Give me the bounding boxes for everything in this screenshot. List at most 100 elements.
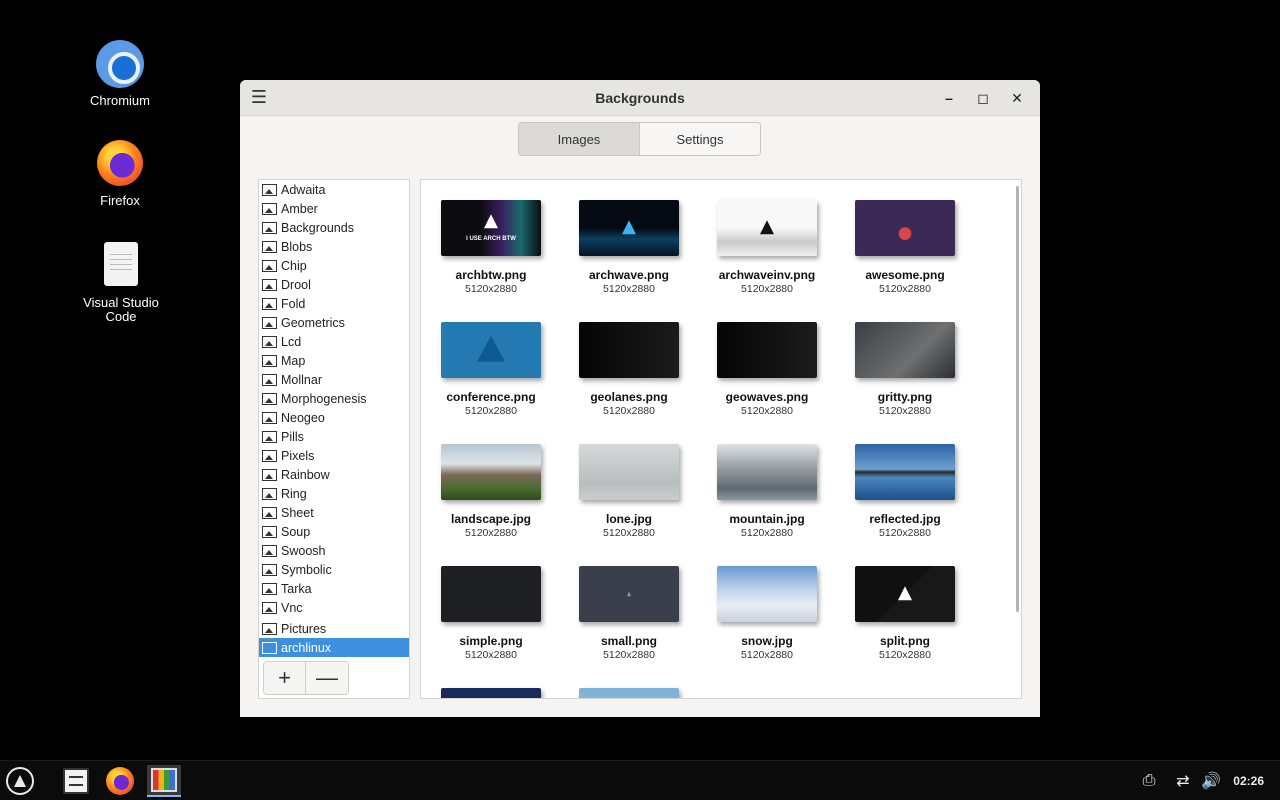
image-folder-icon xyxy=(262,297,277,310)
folder-item-label: Mollnar xyxy=(281,372,322,387)
image-size: 5120x2880 xyxy=(603,283,655,295)
image-folder-icon xyxy=(262,601,277,614)
folder-item[interactable]: Neogeo xyxy=(259,408,409,427)
desktop-icon-firefox[interactable]: Firefox xyxy=(75,140,165,208)
minimize-button[interactable]: – xyxy=(932,83,966,113)
folder-item[interactable]: Lcd xyxy=(259,332,409,351)
image-tile[interactable] xyxy=(431,688,551,698)
folder-item[interactable]: Soup xyxy=(259,522,409,541)
image-grid: I USE ARCH BTW archbtw.png 5120x2880 arc… xyxy=(420,179,1022,699)
image-name: mountain.jpg xyxy=(729,512,805,526)
volume-icon[interactable]: 🔊 xyxy=(1200,761,1222,800)
image-folder-icon xyxy=(262,354,277,367)
thumbnail xyxy=(717,444,817,500)
taskbar-files[interactable] xyxy=(59,765,93,797)
tab-settings[interactable]: Settings xyxy=(640,123,760,155)
folder-item-label: Pixels xyxy=(281,448,315,463)
thumbnail xyxy=(579,566,679,622)
image-folder-icon xyxy=(262,430,277,443)
image-tile[interactable]: lone.jpg 5120x2880 xyxy=(569,444,689,539)
folder-item[interactable]: Blobs xyxy=(259,237,409,256)
thumbnail xyxy=(441,688,541,698)
tab-images[interactable]: Images xyxy=(519,123,640,155)
folder-item-label: Fold xyxy=(281,296,306,311)
folder-item-label: Symbolic xyxy=(281,562,332,577)
thumbnail xyxy=(441,566,541,622)
folder-item[interactable]: Swoosh xyxy=(259,541,409,560)
thumbnail xyxy=(579,688,679,698)
clock[interactable]: 02:26 xyxy=(1233,761,1264,800)
image-name: awesome.png xyxy=(865,268,945,282)
folder-item[interactable]: Ring xyxy=(259,484,409,503)
folder-item[interactable]: Tarka xyxy=(259,579,409,598)
folder-item[interactable]: Sheet xyxy=(259,503,409,522)
remove-folder-button[interactable]: — xyxy=(306,662,348,694)
thumbnail xyxy=(441,322,541,378)
maximize-button[interactable]: ◻ xyxy=(966,83,1000,113)
image-tile[interactable]: gritty.png 5120x2880 xyxy=(845,322,965,417)
folder-item[interactable]: Morphogenesis xyxy=(259,389,409,408)
taskbar-firefox[interactable] xyxy=(103,765,137,797)
folder-item[interactable]: Geometrics xyxy=(259,313,409,332)
folder-item[interactable]: Pills xyxy=(259,427,409,446)
desktop-icon-chromium[interactable]: Chromium xyxy=(75,40,165,108)
folder-item[interactable]: Symbolic xyxy=(259,560,409,579)
folder-item[interactable]: Adwaita xyxy=(259,180,409,199)
folder-item[interactable]: Vnc xyxy=(259,598,409,617)
titlebar[interactable]: ☰ Backgrounds – ◻ ✕ xyxy=(240,80,1040,116)
image-tile[interactable]: geowaves.png 5120x2880 xyxy=(707,322,827,417)
image-tile[interactable]: landscape.jpg 5120x2880 xyxy=(431,444,551,539)
image-folder-icon xyxy=(262,335,277,348)
folder-item[interactable]: Drool xyxy=(259,275,409,294)
image-size: 5120x2880 xyxy=(465,527,517,539)
folder-item-label: Tarka xyxy=(281,581,312,596)
add-folder-button[interactable]: + xyxy=(264,662,306,694)
image-tile[interactable]: awesome.png 5120x2880 xyxy=(845,200,965,295)
taskbar-backgrounds[interactable] xyxy=(147,765,181,797)
image-size: 5120x2880 xyxy=(465,405,517,417)
image-tile[interactable]: simple.png 5120x2880 xyxy=(431,566,551,661)
image-tile[interactable]: I USE ARCH BTW archbtw.png 5120x2880 xyxy=(431,200,551,295)
folder-icon xyxy=(262,641,277,654)
menu-icon[interactable]: ☰ xyxy=(242,81,276,115)
close-button[interactable]: ✕ xyxy=(1000,83,1034,113)
folder-item[interactable]: Amber xyxy=(259,199,409,218)
folder-item[interactable]: Rainbow xyxy=(259,465,409,484)
image-folder-icon xyxy=(262,468,277,481)
image-tile[interactable]: mountain.jpg 5120x2880 xyxy=(707,444,827,539)
document-icon xyxy=(104,242,138,286)
folder-item[interactable]: Pictures xyxy=(259,619,409,638)
folder-item[interactable]: Map xyxy=(259,351,409,370)
image-tile[interactable]: conference.png 5120x2880 xyxy=(431,322,551,417)
window-title: Backgrounds xyxy=(595,89,685,106)
start-menu-button[interactable] xyxy=(3,765,37,797)
folder-item[interactable]: Pixels xyxy=(259,446,409,465)
image-tile[interactable] xyxy=(569,688,689,698)
image-folder-icon xyxy=(262,259,277,272)
image-size: 5120x2880 xyxy=(603,405,655,417)
scrollbar[interactable] xyxy=(1016,186,1019,612)
image-tile[interactable]: archwave.png 5120x2880 xyxy=(569,200,689,295)
image-tile[interactable]: geolanes.png 5120x2880 xyxy=(569,322,689,417)
image-size: 5120x2880 xyxy=(465,283,517,295)
thumbnail xyxy=(855,200,955,256)
arch-logo-icon xyxy=(6,767,34,795)
image-folder-icon xyxy=(262,392,277,405)
folder-item[interactable]: archlinux xyxy=(259,638,409,657)
image-tile[interactable]: snow.jpg 5120x2880 xyxy=(707,566,827,661)
desktop-icon-vscode[interactable]: Visual Studio Code xyxy=(76,242,166,324)
image-tile[interactable]: reflected.jpg 5120x2880 xyxy=(845,444,965,539)
printer-icon[interactable]: ⎙ xyxy=(1138,761,1160,800)
image-tile[interactable]: split.png 5120x2880 xyxy=(845,566,965,661)
file-manager-icon xyxy=(63,768,89,794)
image-name: lone.jpg xyxy=(606,512,652,526)
firefox-icon xyxy=(97,140,143,186)
folder-item[interactable]: Backgrounds xyxy=(259,218,409,237)
network-icon[interactable]: ⇄ xyxy=(1172,761,1194,800)
folder-item[interactable]: Mollnar xyxy=(259,370,409,389)
folder-item[interactable]: Fold xyxy=(259,294,409,313)
folder-item[interactable]: Chip xyxy=(259,256,409,275)
image-folder-icon xyxy=(262,316,277,329)
image-tile[interactable]: small.png 5120x2880 xyxy=(569,566,689,661)
image-tile[interactable]: archwaveinv.png 5120x2880 xyxy=(707,200,827,295)
